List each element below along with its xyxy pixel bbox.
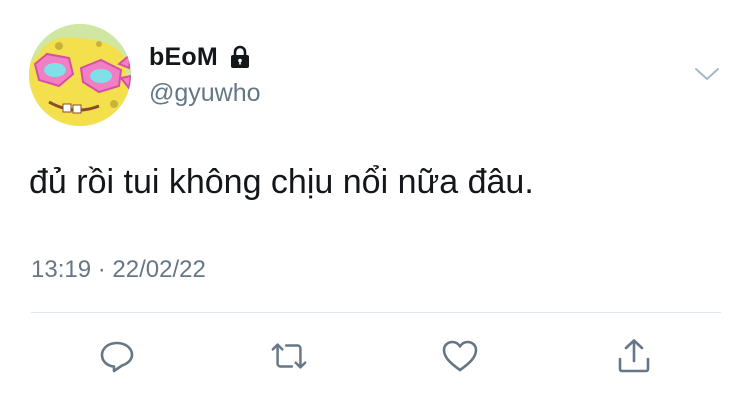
tweet-timestamp[interactable]: 13:19 · 22/02/22: [31, 256, 206, 284]
tweet-card: bEoM @gyuwho đủ rồi tui không chịu nổi n…: [0, 0, 750, 401]
tweet-text: đủ rồi tui không chịu nổi nữa đâu.: [29, 163, 534, 201]
share-icon: [618, 339, 650, 373]
divider: [31, 312, 721, 313]
user-handle[interactable]: @gyuwho: [149, 79, 261, 108]
like-button[interactable]: [440, 336, 480, 376]
avatar[interactable]: [29, 24, 131, 126]
reply-icon: [100, 341, 134, 373]
avatar-image: [29, 24, 131, 126]
retweet-button[interactable]: [269, 336, 309, 376]
heart-icon: [442, 340, 478, 372]
share-button[interactable]: [614, 336, 654, 376]
reply-button[interactable]: [97, 336, 137, 376]
lock-icon: [227, 44, 253, 70]
display-name[interactable]: bEoM: [149, 43, 218, 72]
display-name-row: bEoM: [149, 41, 253, 73]
retweet-icon: [271, 343, 307, 369]
chevron-down-icon[interactable]: [692, 63, 722, 85]
